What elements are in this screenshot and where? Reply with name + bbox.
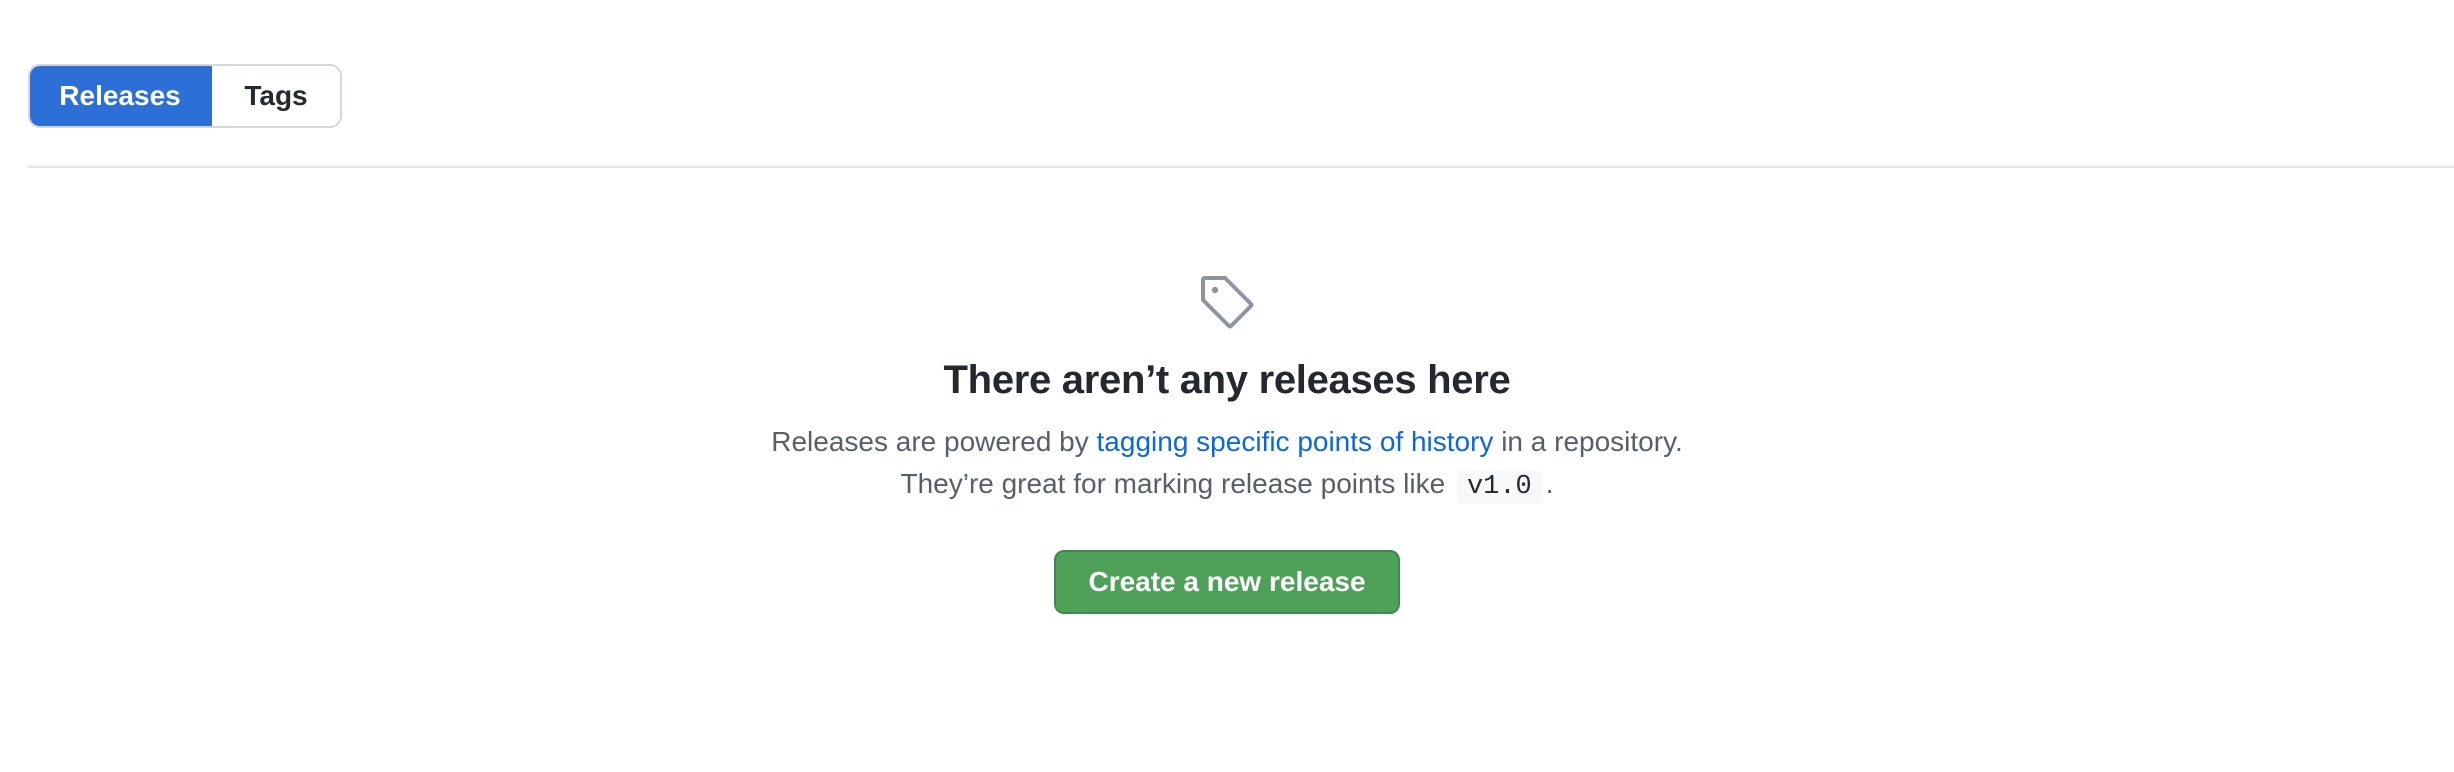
description-text: . bbox=[1545, 468, 1554, 499]
create-new-release-button[interactable]: Create a new release bbox=[1054, 550, 1400, 614]
divider bbox=[28, 166, 2454, 168]
tab-releases[interactable]: Releases bbox=[30, 66, 212, 126]
version-code-example: v1.0 bbox=[1456, 470, 1542, 504]
description-text: They’re great for marking release points… bbox=[900, 468, 1453, 499]
blankslate-description: Releases are powered by tagging specific… bbox=[771, 421, 1683, 508]
blankslate-title: There aren’t any releases here bbox=[943, 358, 1511, 402]
description-line-1: Releases are powered by tagging specific… bbox=[771, 421, 1683, 463]
description-text: in a repository. bbox=[1493, 426, 1683, 457]
releases-tags-tabnav: Releases Tags bbox=[28, 64, 342, 128]
tag-icon bbox=[1201, 276, 1254, 329]
blankslate: There aren’t any releases here Releases … bbox=[0, 270, 2454, 614]
description-line-2: They’re great for marking release points… bbox=[771, 463, 1683, 508]
tagging-docs-link[interactable]: tagging specific points of history bbox=[1097, 426, 1494, 457]
tab-tags[interactable]: Tags bbox=[212, 66, 340, 126]
description-text: Releases are powered by bbox=[771, 426, 1097, 457]
